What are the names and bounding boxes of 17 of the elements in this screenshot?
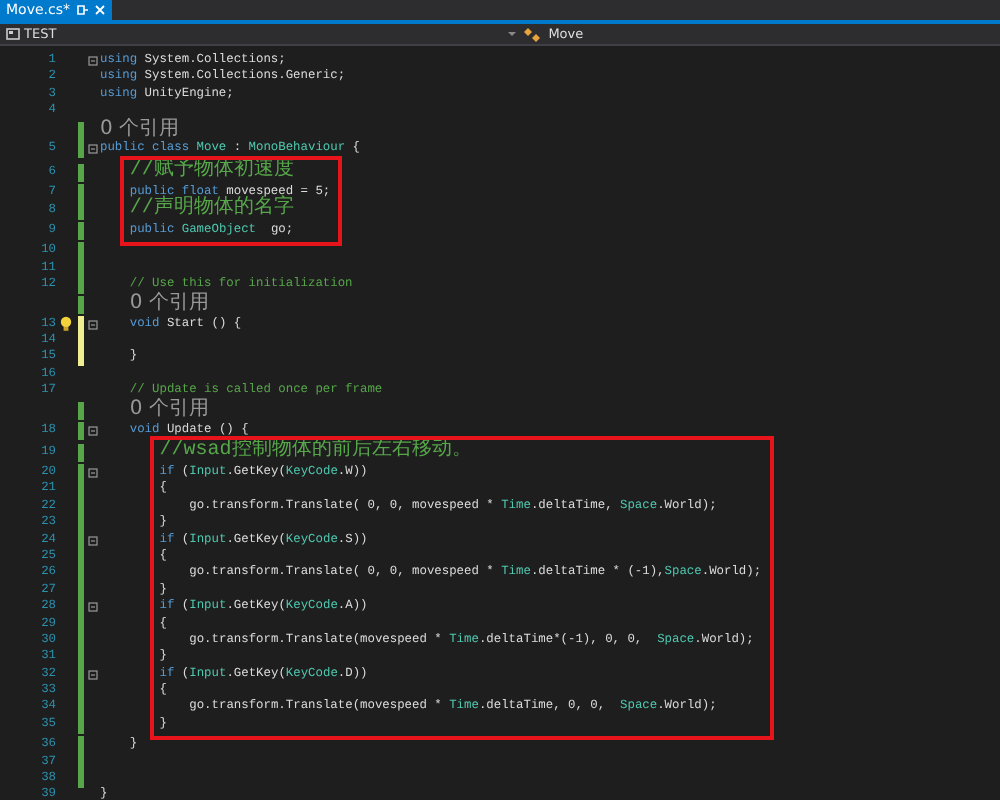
- pin-icon[interactable]: [76, 4, 88, 16]
- collapse-icon[interactable]: [88, 425, 98, 436]
- collapse-icon[interactable]: [88, 467, 98, 478]
- project-icon: [6, 28, 20, 40]
- dropdown-icon[interactable]: [508, 30, 517, 38]
- close-icon[interactable]: [94, 4, 106, 16]
- collapse-icon[interactable]: [88, 602, 98, 613]
- collapse-icon[interactable]: [88, 669, 98, 680]
- reference-count[interactable]: 0 个引用: [100, 121, 180, 140]
- collapse-icon[interactable]: [88, 144, 98, 155]
- reference-count[interactable]: 0 个引用: [129, 295, 209, 314]
- collapse-icon[interactable]: [88, 319, 98, 330]
- class-icon: [524, 27, 541, 41]
- lightbulb-icon[interactable]: [59, 316, 71, 333]
- reference-count[interactable]: 0 个引用: [129, 401, 209, 420]
- collapse-icon[interactable]: [88, 55, 98, 66]
- collapse-icon[interactable]: [88, 535, 98, 545]
